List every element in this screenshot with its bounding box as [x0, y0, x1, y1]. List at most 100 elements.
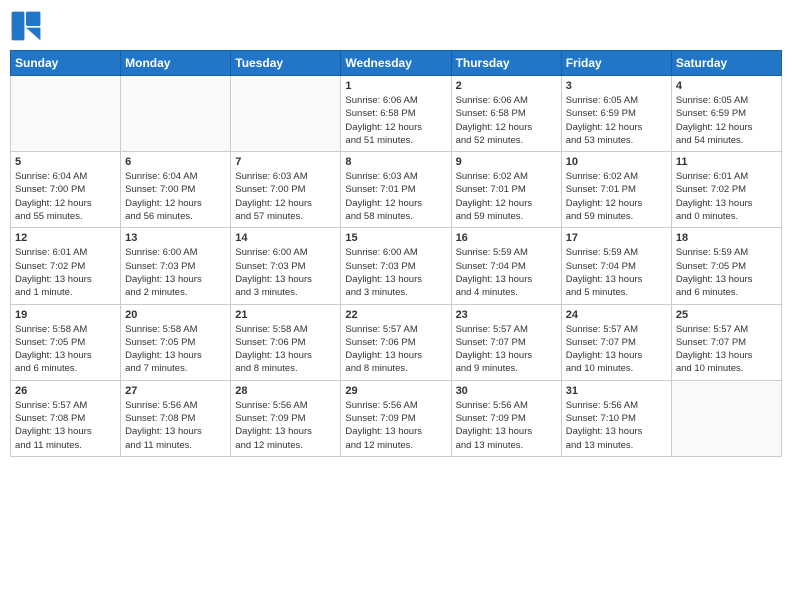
- day-number: 28: [235, 385, 336, 397]
- calendar-week-4: 19Sunrise: 5:58 AM Sunset: 7:05 PM Dayli…: [11, 304, 782, 380]
- calendar-cell: 22 Sunrise: 5:57 AM Sunset: 7:06 PM Dayli…: [341, 304, 451, 380]
- day-info: Sunrise: 5:58 AM Sunset: 7:05 PM Dayligh…: [125, 323, 226, 376]
- calendar-cell: 3 Sunrise: 6:05 AM Sunset: 6:59 PM Daylig…: [561, 76, 671, 152]
- calendar-cell: 18Sunrise: 5:59 AM Sunset: 7:05 PM Dayli…: [671, 228, 781, 304]
- day-number: 22: [345, 309, 446, 321]
- day-number: 16: [456, 232, 557, 244]
- day-info: Sunrise: 5:59 AM Sunset: 7:04 PM Dayligh…: [456, 246, 557, 299]
- calendar-cell: 20 Sunrise: 5:58 AM Sunset: 7:05 PM Dayli…: [121, 304, 231, 380]
- day-info: Sunrise: 5:59 AM Sunset: 7:05 PM Dayligh…: [676, 246, 777, 299]
- calendar-cell: 4 Sunrise: 6:05 AM Sunset: 6:59 PM Daylig…: [671, 76, 781, 152]
- day-info: Sunrise: 5:57 AM Sunset: 7:07 PM Dayligh…: [566, 323, 667, 376]
- day-info: Sunrise: 5:57 AM Sunset: 7:07 PM Dayligh…: [456, 323, 557, 376]
- calendar-cell: 28 Sunrise: 5:56 AM Sunset: 7:09 PM Dayli…: [231, 380, 341, 456]
- calendar-cell: 23 Sunrise: 5:57 AM Sunset: 7:07 PM Dayli…: [451, 304, 561, 380]
- day-info: Sunrise: 6:06 AM Sunset: 6:58 PM Dayligh…: [456, 94, 557, 147]
- day-number: 15: [345, 232, 446, 244]
- day-info: Sunrise: 5:57 AM Sunset: 7:07 PM Dayligh…: [676, 323, 777, 376]
- calendar-cell: 26Sunrise: 5:57 AM Sunset: 7:08 PM Dayli…: [11, 380, 121, 456]
- calendar-cell: [231, 76, 341, 152]
- calendar-cell: 9 Sunrise: 6:02 AM Sunset: 7:01 PM Daylig…: [451, 152, 561, 228]
- calendar-cell: 11Sunrise: 6:01 AM Sunset: 7:02 PM Dayli…: [671, 152, 781, 228]
- day-number: 9: [456, 156, 557, 168]
- calendar-cell: 5 Sunrise: 6:04 AM Sunset: 7:00 PM Daylig…: [11, 152, 121, 228]
- day-number: 6: [125, 156, 226, 168]
- calendar-cell: 21 Sunrise: 5:58 AM Sunset: 7:06 PM Dayli…: [231, 304, 341, 380]
- day-header-saturday: Saturday: [671, 51, 781, 76]
- day-info: Sunrise: 6:03 AM Sunset: 7:01 PM Dayligh…: [345, 170, 446, 223]
- calendar-cell: [121, 76, 231, 152]
- calendar-cell: 29 Sunrise: 5:56 AM Sunset: 7:09 PM Dayli…: [341, 380, 451, 456]
- day-number: 1: [345, 80, 446, 92]
- day-number: 27: [125, 385, 226, 397]
- day-info: Sunrise: 5:56 AM Sunset: 7:10 PM Dayligh…: [566, 399, 667, 452]
- day-number: 13: [125, 232, 226, 244]
- calendar-header: [10, 10, 782, 42]
- day-info: Sunrise: 5:59 AM Sunset: 7:04 PM Dayligh…: [566, 246, 667, 299]
- day-number: 25: [676, 309, 777, 321]
- logo-icon: [10, 10, 42, 42]
- calendar-cell: 10 Sunrise: 6:02 AM Sunset: 7:01 PM Dayli…: [561, 152, 671, 228]
- calendar-week-3: 12 Sunrise: 6:01 AM Sunset: 7:02 PM Dayli…: [11, 228, 782, 304]
- calendar-cell: 30 Sunrise: 5:56 AM Sunset: 7:09 PM Dayli…: [451, 380, 561, 456]
- day-info: Sunrise: 5:56 AM Sunset: 7:09 PM Dayligh…: [345, 399, 446, 452]
- calendar-cell: 14 Sunrise: 6:00 AM Sunset: 7:03 PM Dayli…: [231, 228, 341, 304]
- calendar-cell: 27 Sunrise: 5:56 AM Sunset: 7:08 PM Dayli…: [121, 380, 231, 456]
- day-info: Sunrise: 6:03 AM Sunset: 7:00 PM Dayligh…: [235, 170, 336, 223]
- calendar-table: SundayMondayTuesdayWednesdayThursdayFrid…: [10, 50, 782, 457]
- logo: [10, 10, 46, 42]
- day-info: Sunrise: 6:04 AM Sunset: 7:00 PM Dayligh…: [125, 170, 226, 223]
- day-info: Sunrise: 6:06 AM Sunset: 6:58 PM Dayligh…: [345, 94, 446, 147]
- calendar-cell: 2Sunrise: 6:06 AM Sunset: 6:58 PM Daylig…: [451, 76, 561, 152]
- calendar-cell: 12 Sunrise: 6:01 AM Sunset: 7:02 PM Dayli…: [11, 228, 121, 304]
- calendar-cell: 17 Sunrise: 5:59 AM Sunset: 7:04 PM Dayli…: [561, 228, 671, 304]
- day-info: Sunrise: 6:04 AM Sunset: 7:00 PM Dayligh…: [15, 170, 116, 223]
- day-info: Sunrise: 5:57 AM Sunset: 7:06 PM Dayligh…: [345, 323, 446, 376]
- day-info: Sunrise: 6:02 AM Sunset: 7:01 PM Dayligh…: [456, 170, 557, 223]
- day-header-thursday: Thursday: [451, 51, 561, 76]
- day-info: Sunrise: 6:05 AM Sunset: 6:59 PM Dayligh…: [676, 94, 777, 147]
- day-info: Sunrise: 5:56 AM Sunset: 7:09 PM Dayligh…: [235, 399, 336, 452]
- calendar-cell: 31 Sunrise: 5:56 AM Sunset: 7:10 PM Dayli…: [561, 380, 671, 456]
- day-number: 10: [566, 156, 667, 168]
- calendar-week-1: 1 Sunrise: 6:06 AM Sunset: 6:58 PM Daylig…: [11, 76, 782, 152]
- day-header-monday: Monday: [121, 51, 231, 76]
- day-number: 23: [456, 309, 557, 321]
- day-number: 3: [566, 80, 667, 92]
- day-number: 29: [345, 385, 446, 397]
- calendar-cell: 7Sunrise: 6:03 AM Sunset: 7:00 PM Daylig…: [231, 152, 341, 228]
- day-info: Sunrise: 6:01 AM Sunset: 7:02 PM Dayligh…: [15, 246, 116, 299]
- day-header-wednesday: Wednesday: [341, 51, 451, 76]
- day-info: Sunrise: 5:58 AM Sunset: 7:06 PM Dayligh…: [235, 323, 336, 376]
- day-number: 12: [15, 232, 116, 244]
- day-info: Sunrise: 6:02 AM Sunset: 7:01 PM Dayligh…: [566, 170, 667, 223]
- calendar-cell: 16 Sunrise: 5:59 AM Sunset: 7:04 PM Dayli…: [451, 228, 561, 304]
- calendar-cell: 1 Sunrise: 6:06 AM Sunset: 6:58 PM Daylig…: [341, 76, 451, 152]
- day-header-sunday: Sunday: [11, 51, 121, 76]
- day-number: 21: [235, 309, 336, 321]
- day-number: 26: [15, 385, 116, 397]
- day-number: 31: [566, 385, 667, 397]
- day-header-tuesday: Tuesday: [231, 51, 341, 76]
- day-info: Sunrise: 6:00 AM Sunset: 7:03 PM Dayligh…: [345, 246, 446, 299]
- day-info: Sunrise: 6:05 AM Sunset: 6:59 PM Dayligh…: [566, 94, 667, 147]
- day-number: 24: [566, 309, 667, 321]
- calendar-cell: 8 Sunrise: 6:03 AM Sunset: 7:01 PM Daylig…: [341, 152, 451, 228]
- calendar-cell: 15 Sunrise: 6:00 AM Sunset: 7:03 PM Dayli…: [341, 228, 451, 304]
- calendar-cell: 19Sunrise: 5:58 AM Sunset: 7:05 PM Dayli…: [11, 304, 121, 380]
- day-number: 4: [676, 80, 777, 92]
- day-number: 14: [235, 232, 336, 244]
- day-info: Sunrise: 6:00 AM Sunset: 7:03 PM Dayligh…: [125, 246, 226, 299]
- day-number: 17: [566, 232, 667, 244]
- calendar-header-row: SundayMondayTuesdayWednesdayThursdayFrid…: [11, 51, 782, 76]
- day-number: 8: [345, 156, 446, 168]
- day-info: Sunrise: 5:56 AM Sunset: 7:09 PM Dayligh…: [456, 399, 557, 452]
- day-info: Sunrise: 6:00 AM Sunset: 7:03 PM Dayligh…: [235, 246, 336, 299]
- day-number: 30: [456, 385, 557, 397]
- day-number: 11: [676, 156, 777, 168]
- day-number: 5: [15, 156, 116, 168]
- day-info: Sunrise: 5:56 AM Sunset: 7:08 PM Dayligh…: [125, 399, 226, 452]
- calendar-cell: 13 Sunrise: 6:00 AM Sunset: 7:03 PM Dayli…: [121, 228, 231, 304]
- day-number: 20: [125, 309, 226, 321]
- day-header-friday: Friday: [561, 51, 671, 76]
